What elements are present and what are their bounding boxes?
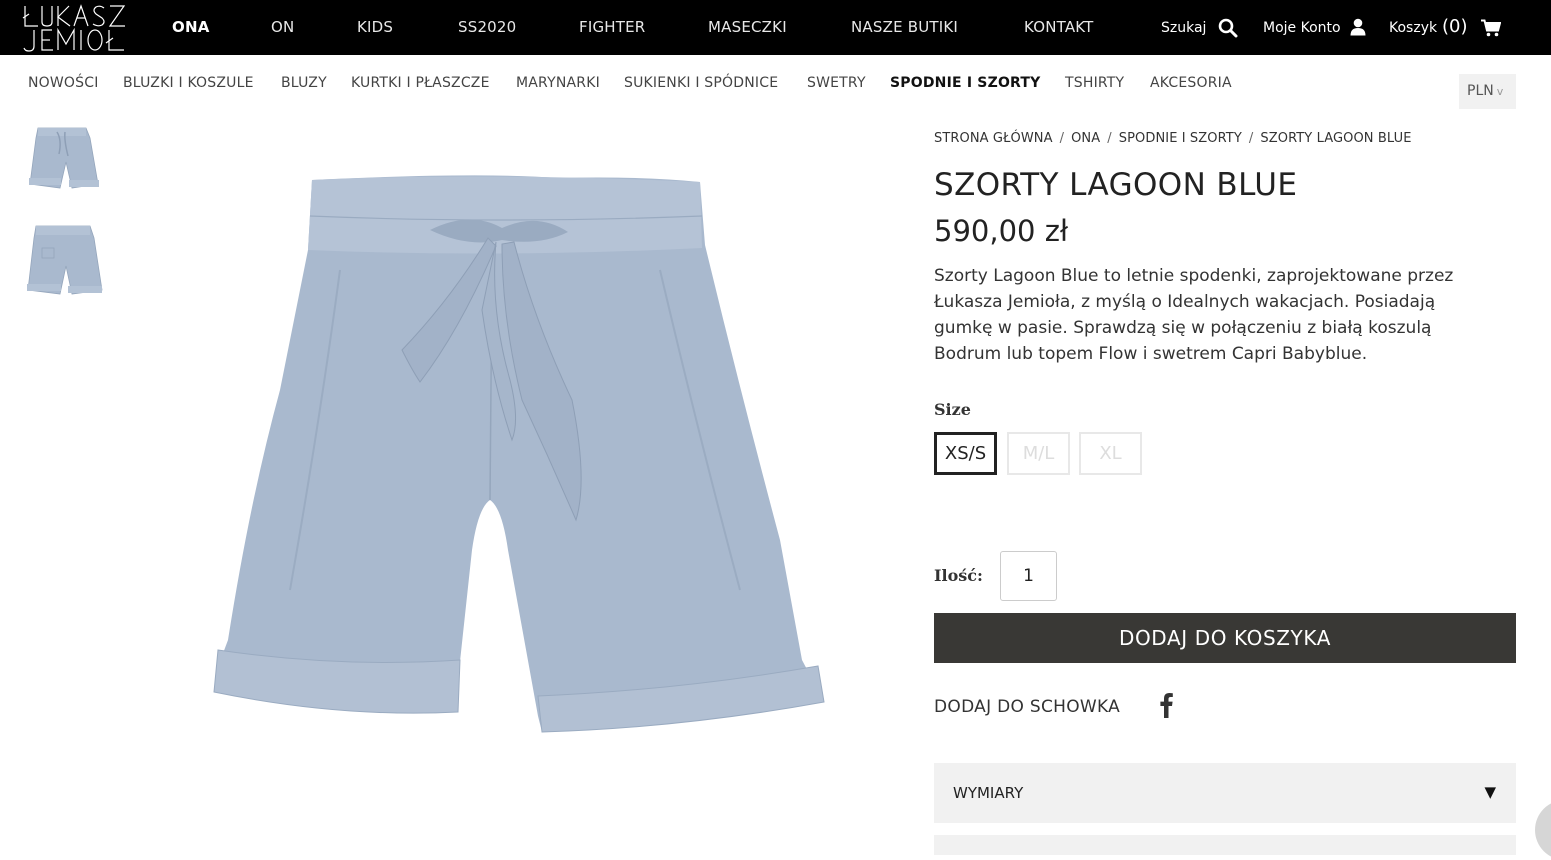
category-akcesoria[interactable]: AKCESORIA: [1150, 75, 1232, 91]
product-thumbnail-back[interactable]: [24, 222, 104, 300]
main-nav-nasze-butiki[interactable]: NASZE BUTIKI: [851, 18, 958, 36]
currency-value: PLN: [1467, 83, 1494, 99]
triangle-down-icon: ▼: [1484, 783, 1496, 801]
brand-logo[interactable]: [22, 4, 137, 52]
size-option-xl[interactable]: XL: [1079, 432, 1142, 475]
product-price: 590,00 zł: [934, 214, 1069, 248]
category-marynarki[interactable]: MARYNARKI: [516, 75, 600, 91]
chevron-down-icon: v: [1496, 85, 1504, 98]
category-bluzy[interactable]: BLUZY: [281, 75, 327, 91]
product-description: Szorty Lagoon Blue to letnie spodenki, z…: [934, 266, 1454, 364]
main-nav-kontakt[interactable]: KONTAKT: [1024, 18, 1094, 36]
top-navigation-bar: ONA ON KIDS SS2020 FIGHTER MASECZKI NASZ…: [0, 0, 1551, 55]
quantity-label: Ilość:: [934, 566, 983, 585]
account-link[interactable]: Moje Konto: [1263, 20, 1341, 36]
main-nav-maseczki[interactable]: MASECZKI: [708, 18, 787, 36]
category-nowosci[interactable]: NOWOŚCI: [28, 75, 99, 91]
breadcrumb-spodnie-i-szorty[interactable]: SPODNIE I SZORTY: [1119, 131, 1242, 146]
cart-link[interactable]: Koszyk: [1389, 20, 1437, 36]
breadcrumb: STRONA GŁÓWNA / ONA / SPODNIE I SZORTY / SZORT…: [934, 131, 1412, 146]
main-nav-ona[interactable]: ONA: [172, 18, 210, 36]
add-to-cart-button[interactable]: DODAJ DO KOSZYKA: [934, 613, 1516, 663]
main-nav-fighter[interactable]: FIGHTER: [579, 18, 645, 36]
category-tshirty[interactable]: TSHIRTY: [1065, 75, 1124, 91]
chat-widget-button[interactable]: [1535, 800, 1551, 860]
product-image[interactable]: [140, 120, 900, 840]
add-to-wishlist-link[interactable]: DODAJ DO SCHOWKA: [934, 697, 1120, 717]
breadcrumb-home[interactable]: STRONA GŁÓWNA: [934, 131, 1053, 146]
search-icon[interactable]: [1218, 18, 1238, 38]
category-swetry[interactable]: SWETRY: [807, 75, 866, 91]
cart-icon[interactable]: [1481, 19, 1501, 37]
dimensions-accordion[interactable]: WYMIARY ▼: [934, 763, 1516, 823]
quantity-input[interactable]: [1000, 551, 1057, 601]
breadcrumb-current[interactable]: SZORTY LAGOON BLUE: [1260, 131, 1411, 146]
size-option-m-l[interactable]: M/L: [1007, 432, 1070, 475]
category-bluzki-i-koszule[interactable]: BLUZKI I KOSZULE: [123, 75, 254, 91]
product-title: SZORTY LAGOON BLUE: [934, 167, 1298, 203]
category-spodnie-i-szorty[interactable]: SPODNIE I SZORTY: [890, 75, 1041, 91]
main-nav-ss2020[interactable]: SS2020: [458, 18, 516, 36]
main-nav-kids[interactable]: KIDS: [357, 18, 393, 36]
currency-selector[interactable]: PLN v: [1459, 74, 1516, 109]
product-thumbnail-front[interactable]: [24, 122, 104, 197]
size-option-xs-s[interactable]: XS/S: [934, 432, 997, 475]
user-icon[interactable]: [1350, 18, 1366, 36]
search-link[interactable]: Szukaj: [1161, 20, 1206, 36]
facebook-icon[interactable]: [1158, 692, 1174, 718]
accordion-title: WYMIARY: [953, 784, 1024, 802]
category-sukienki-i-spodnice[interactable]: SUKIENKI I SPÓDNICE: [624, 75, 778, 91]
size-label: Size: [934, 400, 971, 419]
category-kurtki-i-plaszcze[interactable]: KURTKI I PŁASZCZE: [351, 75, 490, 91]
accordion-next[interactable]: [934, 835, 1516, 855]
breadcrumb-ona[interactable]: ONA: [1071, 131, 1100, 146]
cart-count[interactable]: (0): [1442, 16, 1468, 37]
main-nav-on[interactable]: ON: [271, 18, 294, 36]
